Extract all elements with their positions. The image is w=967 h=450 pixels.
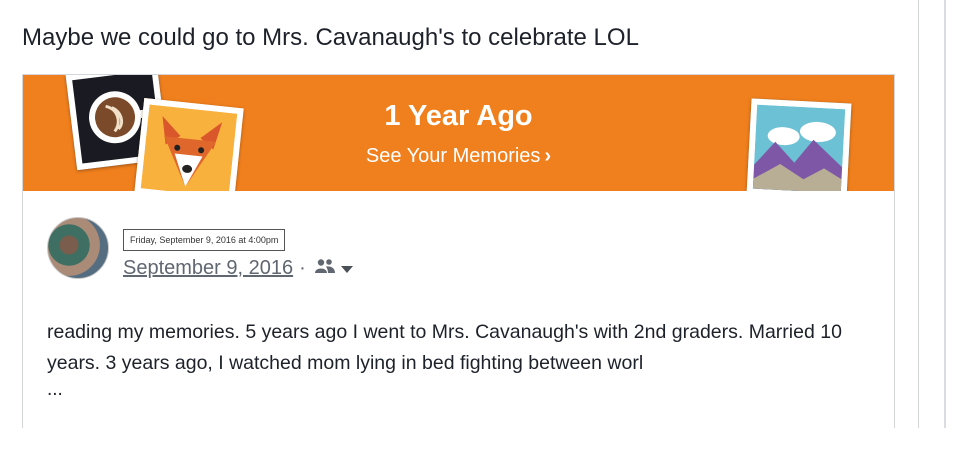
date-row: September 9, 2016 · xyxy=(123,257,354,280)
post-date-link[interactable]: September 9, 2016 xyxy=(123,257,293,279)
friends-icon[interactable] xyxy=(314,257,336,280)
see-more-ellipsis[interactable]: ... xyxy=(47,379,63,401)
shared-post-body: reading my memories. 5 years ago I went … xyxy=(47,321,842,374)
timestamp-tooltip: Friday, September 9, 2016 at 4:00pm xyxy=(123,229,286,251)
bottom-strip xyxy=(0,428,967,450)
column-divider xyxy=(918,0,919,428)
memory-card[interactable]: 1 Year Ago See Your Memories › Friday, Se… xyxy=(22,74,895,428)
mountain-photo xyxy=(746,98,852,191)
caret-down-icon[interactable] xyxy=(340,257,354,280)
chevron-right-icon: › xyxy=(544,145,552,167)
post-text: Maybe we could go to Mrs. Cavanaugh's to… xyxy=(22,24,639,51)
separator-dot: · xyxy=(299,257,306,279)
memories-banner[interactable]: 1 Year Ago See Your Memories › xyxy=(23,75,894,191)
post-column: Maybe we could go to Mrs. Cavanaugh's to… xyxy=(0,0,918,450)
avatar[interactable] xyxy=(47,217,109,279)
scrollbar-edge xyxy=(944,0,946,428)
see-memories-label[interactable]: See Your Memories xyxy=(366,145,541,167)
